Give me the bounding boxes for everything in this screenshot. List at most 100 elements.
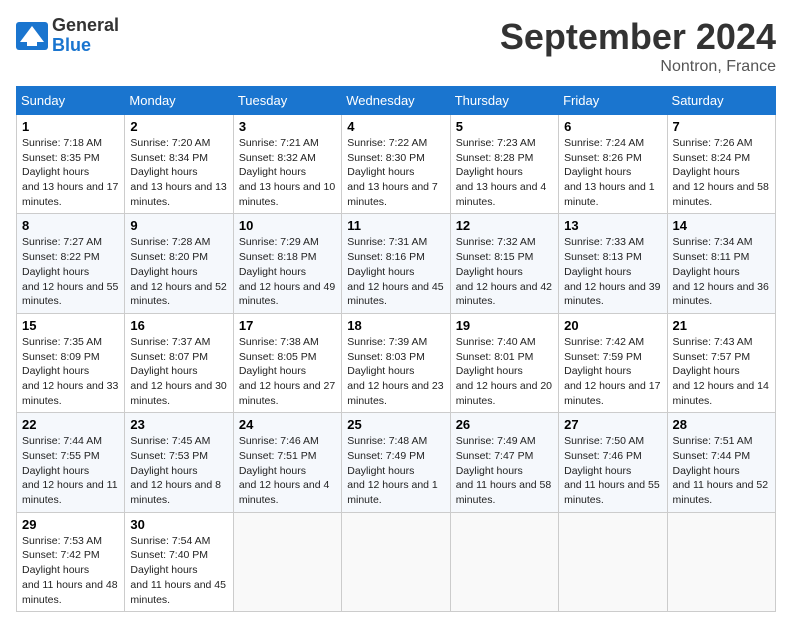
calendar-week-3: 15 Sunrise: 7:35 AM Sunset: 8:09 PM Dayl…: [17, 313, 776, 412]
cell-info: Sunrise: 7:24 AM Sunset: 8:26 PM Dayligh…: [564, 136, 661, 209]
cell-info: Sunrise: 7:48 AM Sunset: 7:49 PM Dayligh…: [347, 434, 444, 507]
logo-line2: Blue: [52, 36, 119, 56]
calendar-cell-13: 13 Sunrise: 7:33 AM Sunset: 8:13 PM Dayl…: [559, 214, 667, 313]
col-tuesday: Tuesday: [233, 87, 341, 115]
calendar-week-2: 8 Sunrise: 7:27 AM Sunset: 8:22 PM Dayli…: [17, 214, 776, 313]
calendar-cell-5: 5 Sunrise: 7:23 AM Sunset: 8:28 PM Dayli…: [450, 115, 558, 214]
cell-info: Sunrise: 7:20 AM Sunset: 8:34 PM Dayligh…: [130, 136, 227, 209]
location: Nontron, France: [500, 58, 776, 76]
cell-info: Sunrise: 7:49 AM Sunset: 7:47 PM Dayligh…: [456, 434, 553, 507]
cell-info: Sunrise: 7:26 AM Sunset: 8:24 PM Dayligh…: [673, 136, 770, 209]
day-number: 6: [564, 119, 661, 134]
logo: General Blue: [16, 16, 119, 56]
cell-info: Sunrise: 7:50 AM Sunset: 7:46 PM Dayligh…: [564, 434, 661, 507]
calendar-cell-12: 12 Sunrise: 7:32 AM Sunset: 8:15 PM Dayl…: [450, 214, 558, 313]
calendar-cell-8: 8 Sunrise: 7:27 AM Sunset: 8:22 PM Dayli…: [17, 214, 125, 313]
empty-cell: [450, 512, 558, 611]
day-number: 12: [456, 218, 553, 233]
calendar-cell-16: 16 Sunrise: 7:37 AM Sunset: 8:07 PM Dayl…: [125, 313, 233, 412]
month-title: September 2024: [500, 16, 776, 58]
calendar-cell-24: 24 Sunrise: 7:46 AM Sunset: 7:51 PM Dayl…: [233, 413, 341, 512]
day-number: 10: [239, 218, 336, 233]
calendar-cell-27: 27 Sunrise: 7:50 AM Sunset: 7:46 PM Dayl…: [559, 413, 667, 512]
calendar-cell-22: 22 Sunrise: 7:44 AM Sunset: 7:55 PM Dayl…: [17, 413, 125, 512]
page-header: General Blue September 2024 Nontron, Fra…: [16, 16, 776, 76]
day-number: 2: [130, 119, 227, 134]
empty-cell: [667, 512, 775, 611]
day-number: 28: [673, 417, 770, 432]
cell-info: Sunrise: 7:51 AM Sunset: 7:44 PM Dayligh…: [673, 434, 770, 507]
cell-info: Sunrise: 7:29 AM Sunset: 8:18 PM Dayligh…: [239, 235, 336, 308]
day-number: 21: [673, 318, 770, 333]
calendar-cell-20: 20 Sunrise: 7:42 AM Sunset: 7:59 PM Dayl…: [559, 313, 667, 412]
calendar-cell-25: 25 Sunrise: 7:48 AM Sunset: 7:49 PM Dayl…: [342, 413, 450, 512]
day-number: 1: [22, 119, 119, 134]
calendar-week-4: 22 Sunrise: 7:44 AM Sunset: 7:55 PM Dayl…: [17, 413, 776, 512]
day-number: 3: [239, 119, 336, 134]
cell-info: Sunrise: 7:53 AM Sunset: 7:42 PM Dayligh…: [22, 534, 119, 607]
logo-icon: [16, 22, 48, 50]
logo-line1: General: [52, 16, 119, 36]
day-number: 8: [22, 218, 119, 233]
cell-info: Sunrise: 7:22 AM Sunset: 8:30 PM Dayligh…: [347, 136, 444, 209]
cell-info: Sunrise: 7:42 AM Sunset: 7:59 PM Dayligh…: [564, 335, 661, 408]
day-number: 5: [456, 119, 553, 134]
cell-info: Sunrise: 7:40 AM Sunset: 8:01 PM Dayligh…: [456, 335, 553, 408]
calendar-cell-18: 18 Sunrise: 7:39 AM Sunset: 8:03 PM Dayl…: [342, 313, 450, 412]
cell-info: Sunrise: 7:38 AM Sunset: 8:05 PM Dayligh…: [239, 335, 336, 408]
cell-info: Sunrise: 7:23 AM Sunset: 8:28 PM Dayligh…: [456, 136, 553, 209]
calendar-cell-26: 26 Sunrise: 7:49 AM Sunset: 7:47 PM Dayl…: [450, 413, 558, 512]
cell-info: Sunrise: 7:21 AM Sunset: 8:32 AM Dayligh…: [239, 136, 336, 209]
calendar-body: 1 Sunrise: 7:18 AM Sunset: 8:35 PM Dayli…: [17, 115, 776, 612]
day-number: 22: [22, 417, 119, 432]
calendar-week-5: 29 Sunrise: 7:53 AM Sunset: 7:42 PM Dayl…: [17, 512, 776, 611]
calendar-table: Sunday Monday Tuesday Wednesday Thursday…: [16, 86, 776, 612]
calendar-cell-21: 21 Sunrise: 7:43 AM Sunset: 7:57 PM Dayl…: [667, 313, 775, 412]
col-friday: Friday: [559, 87, 667, 115]
cell-info: Sunrise: 7:37 AM Sunset: 8:07 PM Dayligh…: [130, 335, 227, 408]
cell-info: Sunrise: 7:45 AM Sunset: 7:53 PM Dayligh…: [130, 434, 227, 507]
day-number: 18: [347, 318, 444, 333]
calendar-header-row: Sunday Monday Tuesday Wednesday Thursday…: [17, 87, 776, 115]
cell-info: Sunrise: 7:28 AM Sunset: 8:20 PM Dayligh…: [130, 235, 227, 308]
day-number: 26: [456, 417, 553, 432]
cell-info: Sunrise: 7:34 AM Sunset: 8:11 PM Dayligh…: [673, 235, 770, 308]
calendar-cell-30: 30 Sunrise: 7:54 AM Sunset: 7:40 PM Dayl…: [125, 512, 233, 611]
day-number: 23: [130, 417, 227, 432]
day-number: 7: [673, 119, 770, 134]
col-thursday: Thursday: [450, 87, 558, 115]
day-number: 27: [564, 417, 661, 432]
cell-info: Sunrise: 7:27 AM Sunset: 8:22 PM Dayligh…: [22, 235, 119, 308]
col-wednesday: Wednesday: [342, 87, 450, 115]
cell-info: Sunrise: 7:18 AM Sunset: 8:35 PM Dayligh…: [22, 136, 119, 209]
col-monday: Monday: [125, 87, 233, 115]
day-number: 15: [22, 318, 119, 333]
calendar-cell-15: 15 Sunrise: 7:35 AM Sunset: 8:09 PM Dayl…: [17, 313, 125, 412]
cell-info: Sunrise: 7:31 AM Sunset: 8:16 PM Dayligh…: [347, 235, 444, 308]
cell-info: Sunrise: 7:33 AM Sunset: 8:13 PM Dayligh…: [564, 235, 661, 308]
empty-cell: [559, 512, 667, 611]
day-number: 16: [130, 318, 227, 333]
day-number: 24: [239, 417, 336, 432]
day-number: 30: [130, 517, 227, 532]
calendar-cell-10: 10 Sunrise: 7:29 AM Sunset: 8:18 PM Dayl…: [233, 214, 341, 313]
calendar-cell-11: 11 Sunrise: 7:31 AM Sunset: 8:16 PM Dayl…: [342, 214, 450, 313]
col-sunday: Sunday: [17, 87, 125, 115]
cell-info: Sunrise: 7:44 AM Sunset: 7:55 PM Dayligh…: [22, 434, 119, 507]
cell-info: Sunrise: 7:32 AM Sunset: 8:15 PM Dayligh…: [456, 235, 553, 308]
calendar-cell-4: 4 Sunrise: 7:22 AM Sunset: 8:30 PM Dayli…: [342, 115, 450, 214]
day-number: 9: [130, 218, 227, 233]
calendar-cell-2: 2 Sunrise: 7:20 AM Sunset: 8:34 PM Dayli…: [125, 115, 233, 214]
calendar-cell-6: 6 Sunrise: 7:24 AM Sunset: 8:26 PM Dayli…: [559, 115, 667, 214]
empty-cell: [342, 512, 450, 611]
calendar-cell-28: 28 Sunrise: 7:51 AM Sunset: 7:44 PM Dayl…: [667, 413, 775, 512]
day-number: 14: [673, 218, 770, 233]
calendar-week-1: 1 Sunrise: 7:18 AM Sunset: 8:35 PM Dayli…: [17, 115, 776, 214]
day-number: 4: [347, 119, 444, 134]
calendar-cell-1: 1 Sunrise: 7:18 AM Sunset: 8:35 PM Dayli…: [17, 115, 125, 214]
day-number: 25: [347, 417, 444, 432]
calendar-cell-3: 3 Sunrise: 7:21 AM Sunset: 8:32 AM Dayli…: [233, 115, 341, 214]
cell-info: Sunrise: 7:43 AM Sunset: 7:57 PM Dayligh…: [673, 335, 770, 408]
empty-cell: [233, 512, 341, 611]
day-number: 17: [239, 318, 336, 333]
